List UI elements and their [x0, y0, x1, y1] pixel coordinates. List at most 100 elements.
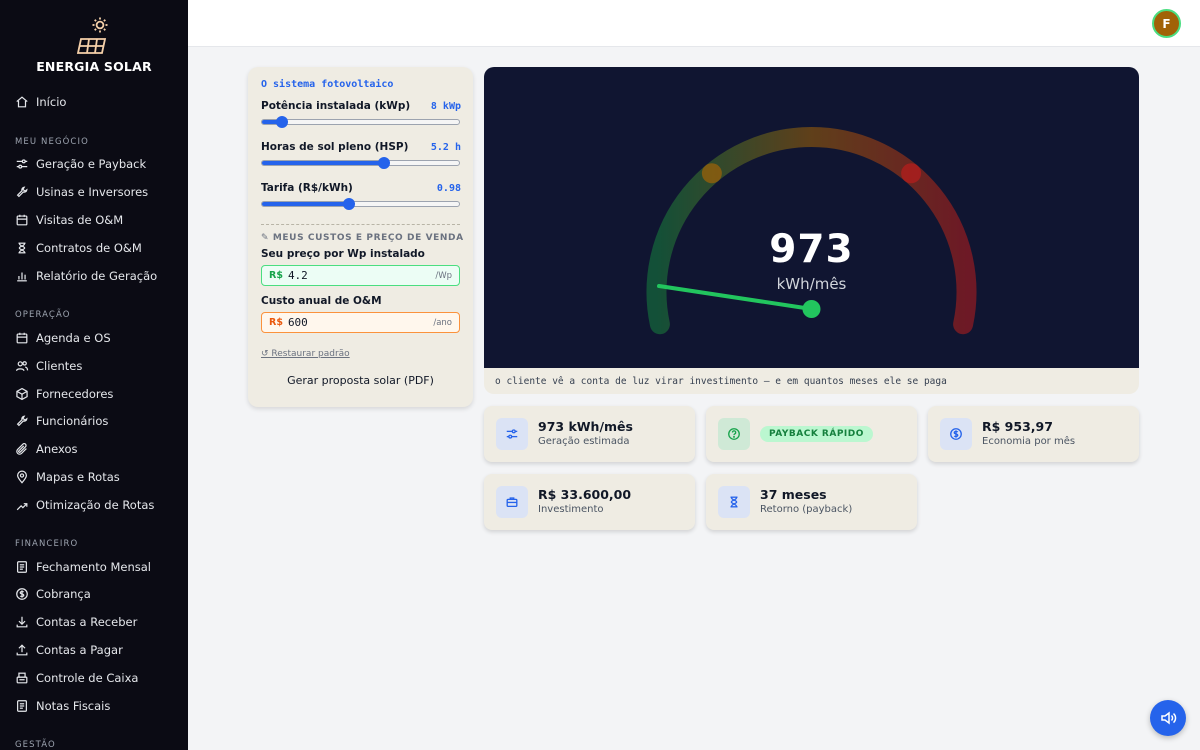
sidebar-item-label: Controle de Caixa: [36, 671, 139, 685]
annual-om-cost-field[interactable]: R$ 600 /ano: [261, 312, 460, 333]
sidebar-item-geracao-payback[interactable]: Geração e Payback: [0, 151, 188, 177]
sidebar-item-controle-caixa[interactable]: Controle de Caixa: [0, 665, 188, 691]
sidebar-item-label: Relatório de Geração: [36, 269, 158, 283]
stat-subtitle: Geração estimada: [538, 436, 630, 447]
upload-icon: [15, 643, 29, 657]
sidebar-item-label: Contas a Receber: [36, 615, 138, 629]
hourglass-icon: [15, 241, 29, 255]
om-field-label: Custo anual de O&M: [261, 295, 382, 307]
sidebar-item-label: Mapas e Rotas: [36, 470, 120, 484]
sidebar-item-visitas-om[interactable]: Visitas de O&M: [0, 207, 188, 233]
stat-title: R$ 953,97: [982, 419, 1053, 434]
home-icon: [15, 95, 29, 109]
sidebar-item-cobranca[interactable]: Cobrança: [0, 581, 188, 607]
price-field-label: Seu preço por Wp instalado: [261, 248, 425, 260]
sidebar-item-clientes[interactable]: Clientes: [0, 353, 188, 379]
sidebar-item-label: Usinas e Inversores: [36, 185, 149, 199]
sidebar-item-label: Cobrança: [36, 587, 91, 601]
wrench-icon: [15, 185, 29, 199]
power-slider-label: Potência instalada (kWp): [261, 100, 411, 112]
status-badge: PAYBACK RÁPIDO: [760, 426, 873, 442]
sidebar-item-agenda-os[interactable]: Agenda e OS: [0, 325, 188, 351]
unit-suffix: /ano: [433, 317, 452, 328]
hourglass-icon: [718, 486, 750, 518]
sidebar-item-label: Anexos: [36, 442, 78, 456]
speaker-icon: [1161, 711, 1177, 725]
hsp-slider[interactable]: [261, 157, 460, 169]
hsp-slider-label: Horas de sol pleno (HSP): [261, 141, 409, 153]
sidebar-item-inicio[interactable]: Início: [0, 89, 188, 115]
sliders-icon: [15, 157, 29, 171]
sidebar-item-contas-pagar[interactable]: Contas a Pagar: [0, 637, 188, 663]
sidebar-item-funcionarios[interactable]: Funcionários: [0, 408, 188, 434]
system-controls-panel: O sistema fotovoltaico Potência instalad…: [248, 67, 473, 407]
stat-card-savings: R$ 953,97 Economia por mês: [928, 406, 1139, 462]
restore-defaults-link[interactable]: ↺ Restaurar padrão: [261, 349, 350, 359]
sidebar-item-label: Agenda e OS: [36, 331, 111, 345]
sidebar-section-title: OPERAÇÃO: [15, 310, 71, 320]
sidebar-item-otimizacao-rotas[interactable]: Otimização de Rotas: [0, 492, 188, 518]
sidebar-item-usinas-inversores[interactable]: Usinas e Inversores: [0, 179, 188, 205]
sidebar-item-label: Otimização de Rotas: [36, 498, 155, 512]
brand: ENERGIA SOLAR: [0, 0, 188, 85]
stat-subtitle: Retorno (payback): [760, 504, 853, 515]
document-icon: [15, 560, 29, 574]
generate-pdf-button[interactable]: Gerar proposta solar (PDF): [261, 371, 460, 391]
sidebar-item-fechamento-mensal[interactable]: Fechamento Mensal: [0, 554, 188, 580]
wrench-icon: [15, 414, 29, 428]
sidebar-item-label: Fornecedores: [36, 387, 114, 401]
dollar-circle-icon: [940, 418, 972, 450]
tariff-slider-thumb[interactable]: [342, 198, 355, 210]
power-slider-value: 8 kWp: [430, 101, 461, 112]
briefcase-icon: [496, 486, 528, 518]
tariff-slider[interactable]: [261, 198, 460, 210]
sidebar-item-relatorio-geracao[interactable]: Relatório de Geração: [0, 263, 188, 289]
sidebar-item-label: Início: [36, 95, 67, 109]
stat-card-generation: 973 kWh/mês Geração estimada: [484, 406, 695, 462]
currency-prefix: R$: [269, 317, 283, 328]
bar-chart-icon: [15, 269, 29, 283]
price-per-wp-value[interactable]: 4.2: [288, 269, 435, 282]
sidebar-item-contas-receber[interactable]: Contas a Receber: [0, 609, 188, 635]
gauge-caption: o cliente vê a conta de luz virar invest…: [484, 368, 1139, 394]
hsp-slider-fill: [262, 161, 385, 165]
sidebar-item-label: Contas a Pagar: [36, 643, 123, 657]
route-icon: [15, 498, 29, 512]
gauge-marker-high: [901, 163, 922, 184]
sidebar: ENERGIA SOLAR Início MEU NEGÓCIO Geração…: [0, 0, 188, 750]
panel-title: O sistema fotovoltaico: [261, 79, 394, 90]
gauge-marker-low: [701, 163, 722, 184]
sidebar-item-anexos[interactable]: Anexos: [0, 436, 188, 462]
calendar-icon: [15, 331, 29, 345]
currency-prefix: R$: [269, 270, 283, 281]
power-slider[interactable]: [261, 116, 460, 128]
paperclip-icon: [15, 442, 29, 456]
topbar: F: [188, 0, 1200, 47]
audio-fab-button[interactable]: [1150, 700, 1186, 736]
solar-panel-logo-icon: [76, 17, 108, 54]
power-slider-thumb[interactable]: [275, 116, 288, 128]
tariff-slider-label: Tarifa (R$/kWh): [261, 182, 353, 194]
brand-name: ENERGIA SOLAR: [36, 59, 152, 74]
sidebar-section-title: MEU NEGÓCIO: [15, 137, 89, 147]
avatar[interactable]: F: [1152, 9, 1181, 38]
cash-register-icon: [15, 671, 29, 685]
stat-title: 37 meses: [760, 487, 827, 502]
sidebar-item-contratos-om[interactable]: Contratos de O&M: [0, 235, 188, 261]
sidebar-item-label: Visitas de O&M: [36, 213, 124, 227]
stat-card-payback-status: PAYBACK RÁPIDO: [706, 406, 917, 462]
stat-card-investment: R$ 33.600,00 Investimento: [484, 474, 695, 530]
users-icon: [15, 359, 29, 373]
generation-gauge: 973 kWh/mês: [484, 67, 1139, 368]
stat-title: 973 kWh/mês: [538, 419, 633, 434]
stat-subtitle: Investimento: [538, 504, 604, 515]
sidebar-item-fornecedores[interactable]: Fornecedores: [0, 381, 188, 407]
box-icon: [15, 387, 29, 401]
sidebar-item-mapas-rotas[interactable]: Mapas e Rotas: [0, 464, 188, 490]
hsp-slider-thumb[interactable]: [378, 157, 391, 169]
price-per-wp-field[interactable]: R$ 4.2 /Wp: [261, 265, 460, 286]
annual-om-cost-value[interactable]: 600: [288, 316, 433, 329]
sidebar-item-notas-fiscais[interactable]: Notas Fiscais: [0, 693, 188, 719]
map-pin-icon: [15, 470, 29, 484]
hsp-slider-value: 5.2 h: [430, 142, 461, 153]
